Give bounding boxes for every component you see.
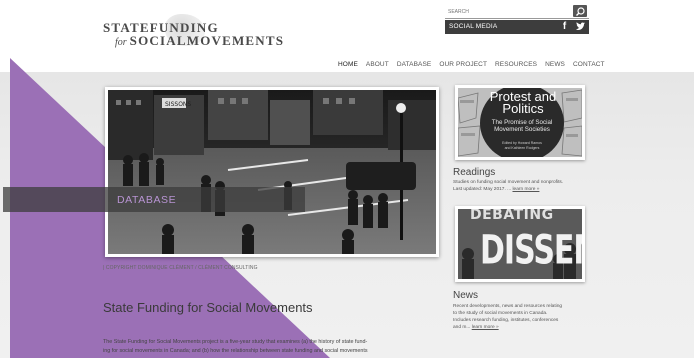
intro-text-line2: ing for social movements in Canada; and …	[103, 348, 368, 354]
news-image[interactable]: DEBATING DISSENT	[455, 206, 585, 282]
news-text: Recent developments, news and resources …	[453, 303, 593, 331]
readings-description: Studies on funding social movement and n…	[453, 180, 564, 185]
book-editors-line2: and Kathleen Rodgers	[504, 145, 540, 150]
news-line3: Includes research funding, institutes, c…	[453, 318, 559, 323]
hero-database-link[interactable]: DATABASE	[117, 194, 176, 206]
hero-copyright: | COPYRIGHT DOMINIQUE CLÉMENT / CLÉMENT …	[103, 265, 258, 271]
debating-text: DEBATING	[470, 209, 554, 223]
dissent-text: DISSENT	[480, 227, 582, 275]
intro-text: The State Funding for Social Movements p…	[103, 338, 437, 356]
book-editors: Edited by Howard Ramos and Kathleen Rodg…	[486, 141, 558, 150]
sign-text: SISSONS	[165, 101, 191, 108]
hero-image-frame[interactable]: SISSONS	[105, 87, 439, 257]
news-line4: and m...	[453, 325, 471, 330]
page: STATEFUNDING forSOCIALMOVEMENTS SOCIAL M…	[0, 0, 694, 358]
book-cover: Protest and Politics The Promise of Soci…	[458, 88, 582, 157]
news-line1: Recent developments, news and resources …	[453, 304, 563, 309]
news-line4-wrap: and m... learn more »	[453, 324, 593, 331]
readings-book-image[interactable]: Protest and Politics The Promise of Soci…	[455, 85, 585, 160]
news-learn-more-link[interactable]: learn more »	[472, 325, 499, 330]
readings-text: Studies on funding social movement and n…	[453, 179, 593, 193]
book-title: Protest and Politics	[489, 89, 557, 116]
news-heading[interactable]: News	[453, 290, 478, 301]
hero-photo: SISSONS	[108, 90, 436, 254]
page-title: State Funding for Social Movements	[103, 300, 313, 315]
readings-learn-more-link[interactable]: learn more »	[512, 187, 539, 192]
readings-heading[interactable]: Readings	[453, 167, 495, 178]
news-line2: to the study of social movements in Cana…	[453, 311, 548, 316]
intro-text-line1: The State Funding for Social Movements p…	[103, 339, 368, 345]
readings-updated: Last updated: May 2017. ...	[453, 187, 512, 192]
debating-dissent-cover: DEBATING DISSENT	[458, 209, 582, 279]
book-subtitle: The Promise of Social Movement Societies	[491, 119, 553, 133]
readings-updated-line: Last updated: May 2017. ... learn more »	[453, 186, 593, 193]
